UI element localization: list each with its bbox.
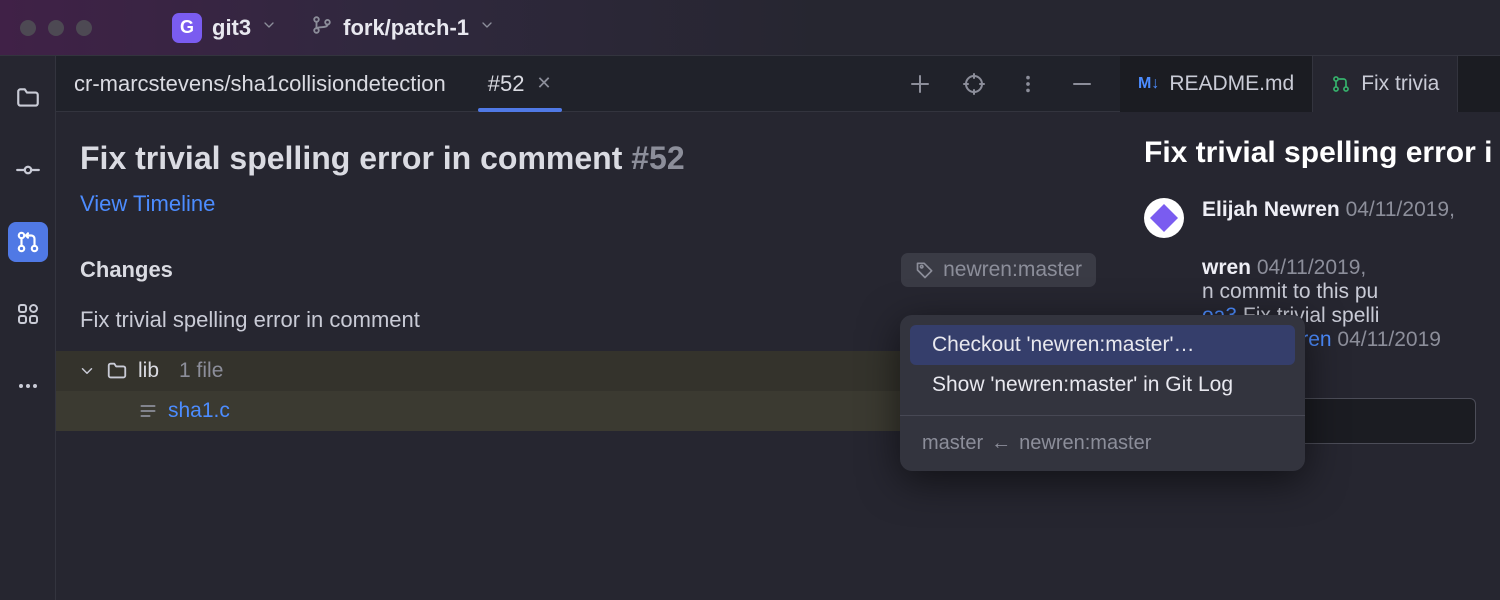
chevron-down-icon	[78, 362, 96, 380]
branch-context-menu: Checkout 'newren:master'… Show 'newren:m…	[900, 315, 1305, 471]
tab-pr-label: Fix trivia	[1361, 72, 1439, 96]
editor-tabbar: cr-marcstevens/sha1collisiondetection #5…	[56, 56, 1120, 112]
add-button[interactable]	[900, 72, 940, 96]
chevron-down-icon	[261, 16, 277, 39]
file-name[interactable]: sha1.c	[168, 399, 230, 423]
event-line: n commit to this pu	[1202, 280, 1378, 303]
titlebar: G git3 fork/patch-1	[0, 0, 1500, 56]
sidebar-item-commits[interactable]	[8, 150, 48, 190]
close-icon[interactable]: ✕	[536, 73, 551, 94]
sidebar-item-files[interactable]	[8, 78, 48, 118]
traffic-close[interactable]	[20, 20, 36, 36]
branch-icon	[311, 14, 333, 42]
merge-target: master	[922, 432, 983, 455]
activity-bar	[0, 56, 56, 600]
traffic-min[interactable]	[48, 20, 64, 36]
sidebar-item-pull-requests[interactable]	[8, 222, 48, 262]
branch-name: fork/patch-1	[343, 15, 469, 41]
event-author: wren	[1202, 256, 1251, 279]
sidebar-item-structure[interactable]	[8, 294, 48, 334]
menu-separator	[900, 415, 1305, 416]
markdown-icon: M↓	[1138, 75, 1159, 93]
avatar	[1144, 198, 1184, 238]
changes-heading: Changes	[80, 257, 173, 283]
file-icon	[138, 401, 158, 421]
tab-pr-detail[interactable]: Fix trivia	[1313, 56, 1458, 112]
branch-selector[interactable]: fork/patch-1	[311, 14, 495, 42]
folder-icon	[106, 360, 128, 382]
view-timeline-link[interactable]: View Timeline	[80, 191, 215, 216]
menu-item-checkout[interactable]: Checkout 'newren:master'…	[910, 325, 1295, 365]
breadcrumb[interactable]: cr-marcstevens/sha1collisiondetection	[74, 71, 446, 97]
event-date: 04/11/2019,	[1346, 198, 1455, 221]
event-author: Elijah Newren	[1202, 198, 1340, 221]
folder-name: lib	[138, 359, 159, 383]
sidebar-item-more[interactable]	[8, 366, 48, 406]
timeline-event: Elijah Newren 04/11/2019,	[1144, 198, 1476, 238]
minimize-icon[interactable]	[1062, 72, 1102, 96]
window-controls[interactable]	[20, 20, 92, 36]
pr-title: Fix trivial spelling error in comment #5…	[80, 140, 1096, 177]
more-icon[interactable]	[1008, 73, 1048, 95]
arrow-left-icon: ←	[991, 432, 1011, 455]
detail-title: Fix trivial spelling error i	[1144, 136, 1476, 170]
event-date: 04/11/2019	[1337, 328, 1441, 351]
branch-tag-label: newren:master	[943, 258, 1082, 282]
tab-readme[interactable]: M↓ README.md	[1120, 56, 1313, 112]
chevron-down-icon	[479, 16, 495, 39]
tag-icon	[915, 260, 935, 280]
pull-request-icon	[1331, 74, 1351, 94]
folder-file-count: 1 file	[179, 359, 223, 383]
tab-label: #52	[488, 71, 525, 97]
detail-tabs: M↓ README.md Fix trivia	[1120, 56, 1500, 112]
tab-pr-52[interactable]: #52 ✕	[478, 56, 562, 111]
app-badge: G	[172, 13, 202, 43]
merge-source: newren:master	[1019, 432, 1151, 455]
project-name: git3	[212, 15, 251, 41]
menu-footer: master ← newren:master	[900, 426, 1305, 461]
pr-title-text: Fix trivial spelling error in comment	[80, 140, 622, 176]
menu-item-show-in-log[interactable]: Show 'newren:master' in Git Log	[910, 365, 1295, 405]
pr-number: #52	[631, 140, 684, 176]
traffic-max[interactable]	[76, 20, 92, 36]
project-selector[interactable]: G git3	[172, 13, 277, 43]
target-icon[interactable]	[954, 72, 994, 96]
tab-readme-label: README.md	[1169, 72, 1294, 96]
branch-tag[interactable]: newren:master	[901, 253, 1096, 287]
event-date: 04/11/2019,	[1257, 256, 1366, 279]
